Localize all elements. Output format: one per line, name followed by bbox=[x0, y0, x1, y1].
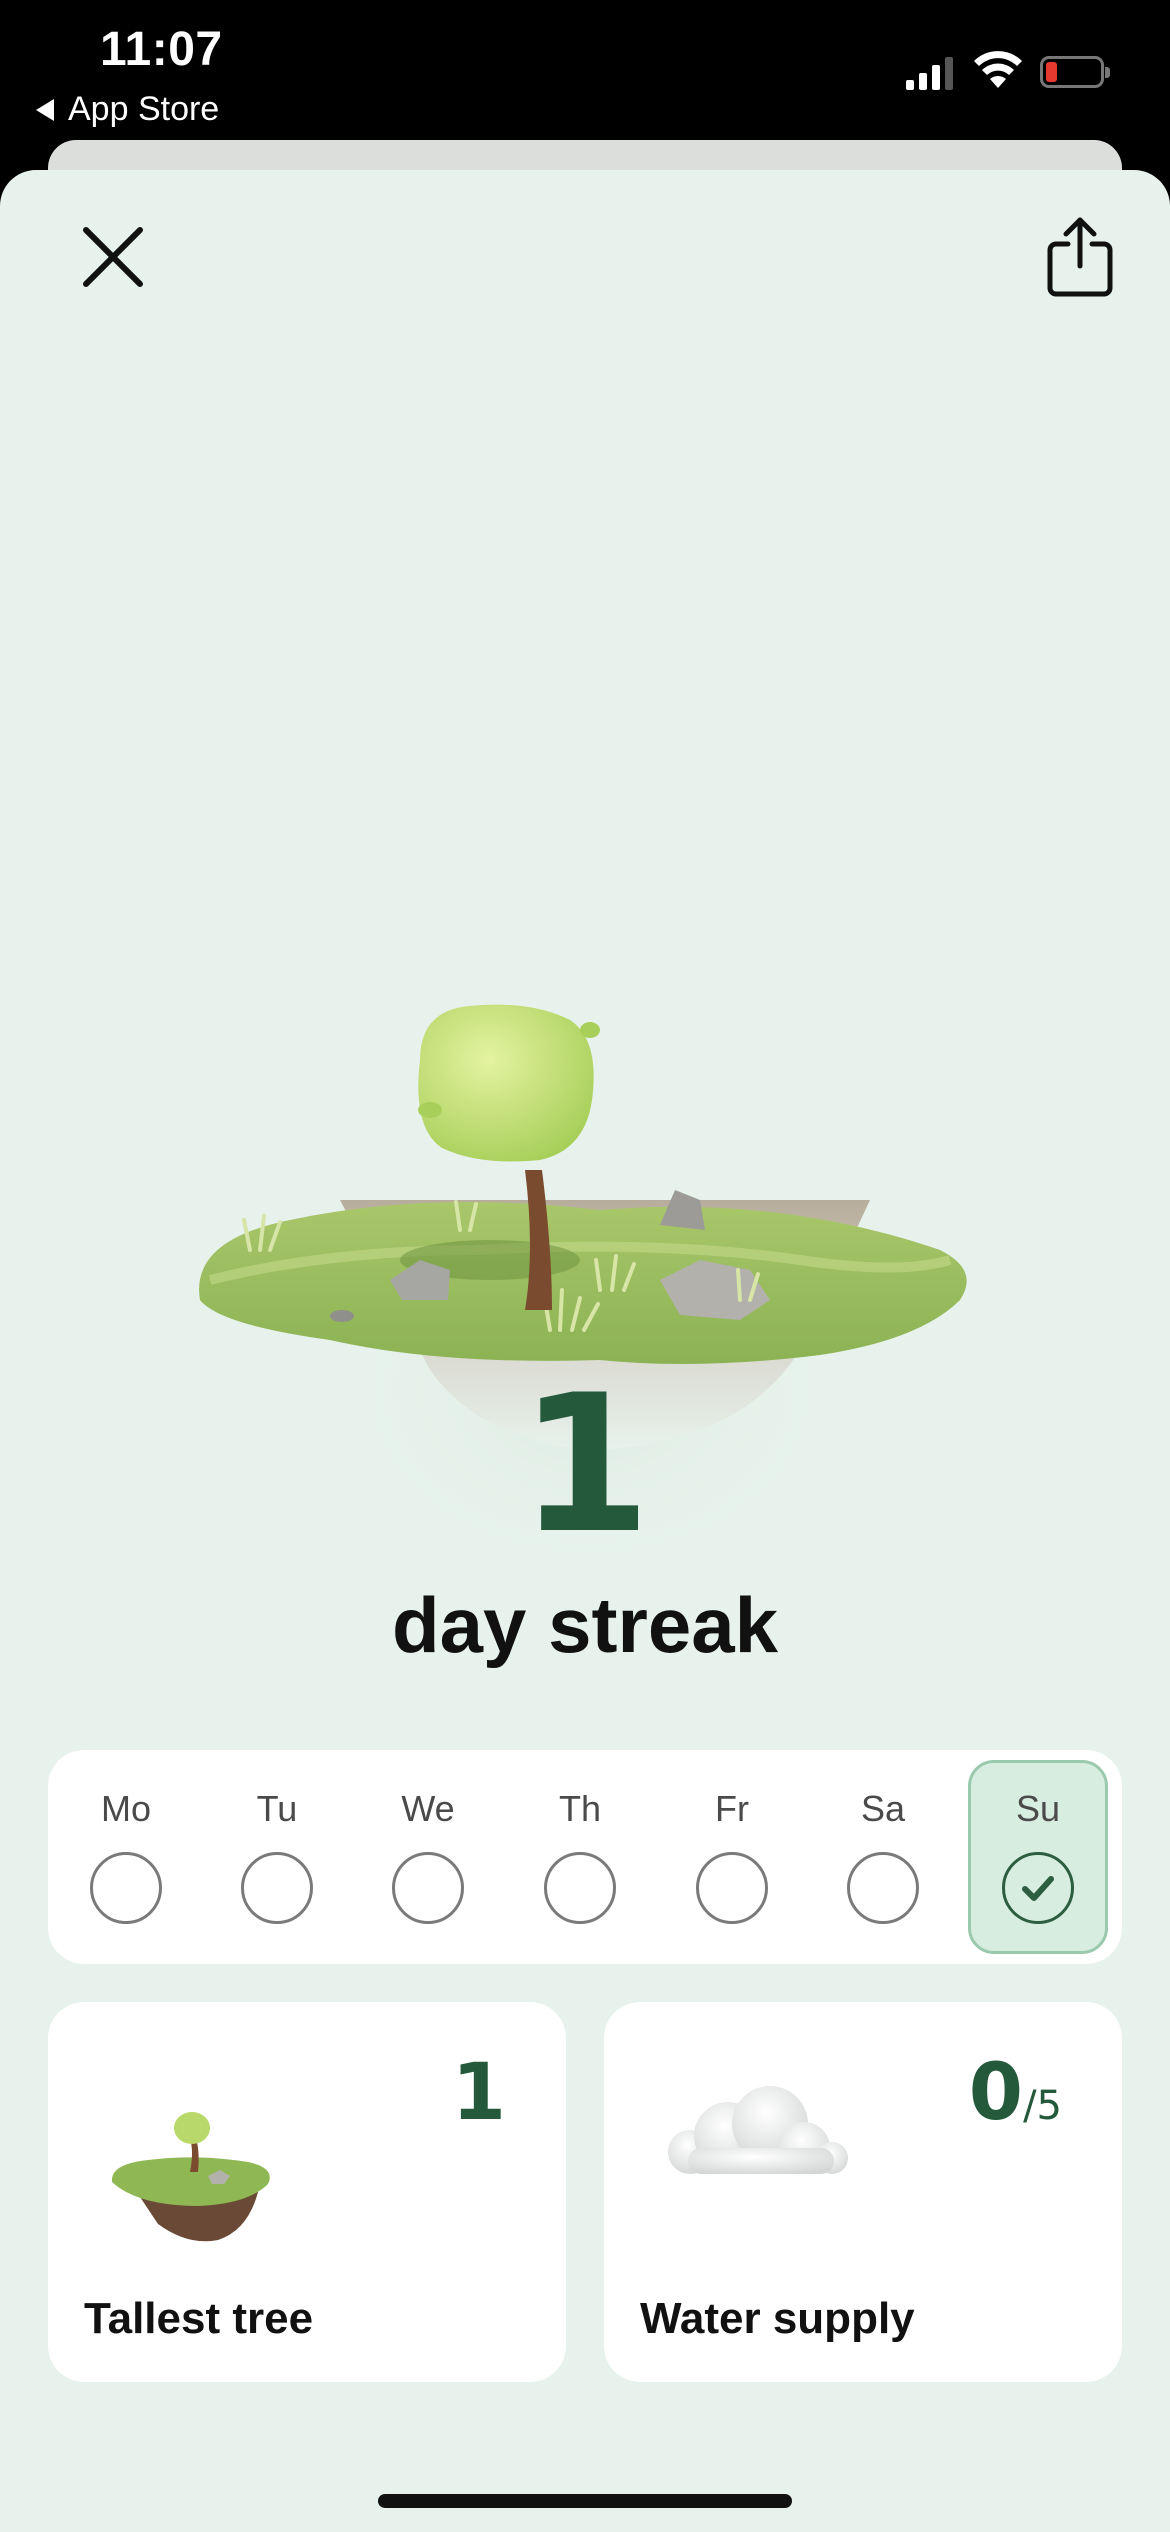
tallest-tree-card[interactable]: 1 Tallest tree bbox=[48, 2002, 566, 2382]
cellular-signal-icon bbox=[906, 56, 953, 90]
day-status-circle bbox=[392, 1852, 464, 1924]
day-saturday: Sa bbox=[813, 1750, 953, 1964]
tallest-tree-label: Tallest tree bbox=[84, 2294, 314, 2343]
day-label: Fr bbox=[715, 1788, 749, 1829]
water-supply-card[interactable]: 0/5 Water supply bbox=[604, 2002, 1122, 2382]
day-label: We bbox=[401, 1788, 455, 1829]
water-supply-max: /5 bbox=[1023, 2083, 1062, 2129]
water-supply-value: 0/5 bbox=[969, 2048, 1062, 2138]
day-status-circle bbox=[1002, 1852, 1074, 1924]
mini-island-icon bbox=[111, 2112, 270, 2242]
day-monday: Mo bbox=[56, 1750, 196, 1964]
streak-sheet: 1 day streak Mo Tu We Th Fr Sa Su 1 Tall… bbox=[0, 170, 1170, 2532]
share-button[interactable] bbox=[1040, 214, 1120, 300]
day-tuesday: Tu bbox=[207, 1750, 347, 1964]
back-triangle-icon bbox=[36, 98, 54, 121]
close-button[interactable] bbox=[78, 222, 148, 292]
streak-count: 1 bbox=[518, 1354, 652, 1575]
day-status-circle bbox=[90, 1852, 162, 1924]
wifi-icon bbox=[974, 51, 1022, 88]
weekly-streak-card: Mo Tu We Th Fr Sa Su bbox=[48, 1750, 1122, 1964]
water-supply-count: 0 bbox=[968, 2048, 1024, 2138]
checkmark-icon bbox=[1022, 1876, 1054, 1901]
cloud-icon bbox=[668, 2086, 848, 2174]
day-label: Sa bbox=[860, 1788, 906, 1829]
day-status-circle bbox=[696, 1852, 768, 1924]
day-thursday: Th bbox=[510, 1750, 650, 1964]
close-icon bbox=[83, 227, 143, 287]
day-sunday: Su bbox=[968, 1760, 1108, 1954]
day-label: Mo bbox=[100, 1788, 151, 1829]
day-label: Su bbox=[1015, 1788, 1061, 1829]
tallest-tree-value: 1 bbox=[451, 2048, 506, 2138]
day-wednesday: We bbox=[358, 1750, 498, 1964]
day-label: Tu bbox=[256, 1788, 298, 1829]
back-app-label: App Store bbox=[68, 90, 220, 128]
home-indicator[interactable] bbox=[378, 2494, 792, 2508]
day-friday: Fr bbox=[662, 1750, 802, 1964]
water-supply-label: Water supply bbox=[640, 2294, 915, 2343]
day-label: Th bbox=[558, 1788, 601, 1829]
day-status-circle bbox=[847, 1852, 919, 1924]
day-status-circle bbox=[241, 1852, 313, 1924]
day-status-circle bbox=[544, 1852, 616, 1924]
streak-label: day streak bbox=[392, 1581, 778, 1669]
share-icon bbox=[1047, 217, 1113, 297]
status-time: 11:07 bbox=[100, 23, 223, 76]
battery-icon bbox=[1040, 56, 1110, 88]
back-to-app-store[interactable]: App Store bbox=[36, 90, 219, 129]
